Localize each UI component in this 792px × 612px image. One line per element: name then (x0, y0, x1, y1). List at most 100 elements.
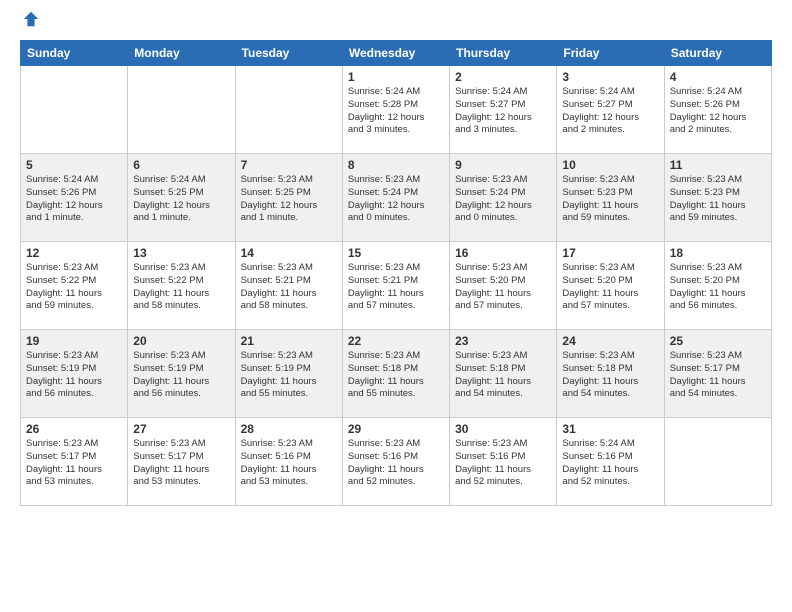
weekday-header-tuesday: Tuesday (235, 41, 342, 66)
weekday-header-friday: Friday (557, 41, 664, 66)
day-number: 28 (241, 422, 337, 436)
calendar-cell: 12 Sunrise: 5:23 AM Sunset: 5:22 PM Dayli… (21, 242, 128, 330)
day-number: 7 (241, 158, 337, 172)
calendar-week-5: 26 Sunrise: 5:23 AM Sunset: 5:17 PM Dayli… (21, 418, 772, 506)
calendar-cell: 3 Sunrise: 5:24 AM Sunset: 5:27 PM Daylig… (557, 66, 664, 154)
calendar-cell: 27 Sunrise: 5:23 AM Sunset: 5:17 PM Dayli… (128, 418, 235, 506)
calendar-cell: 20Sunrise: 5:23 AM Sunset: 5:19 PM Dayli… (128, 330, 235, 418)
calendar-cell (128, 66, 235, 154)
calendar-cell: 13 Sunrise: 5:23 AM Sunset: 5:22 PM Dayli… (128, 242, 235, 330)
day-number: 26 (26, 422, 122, 436)
logo-icon (22, 10, 40, 28)
day-number: 24 (562, 334, 658, 348)
day-number: 18 (670, 246, 766, 260)
calendar-cell: 29 Sunrise: 5:23 AM Sunset: 5:16 PM Dayli… (342, 418, 449, 506)
day-number: 14 (241, 246, 337, 260)
calendar-cell: 8 Sunrise: 5:23 AM Sunset: 5:24 PM Daylig… (342, 154, 449, 242)
calendar-cell: 7 Sunrise: 5:23 AM Sunset: 5:25 PM Daylig… (235, 154, 342, 242)
day-number: 17 (562, 246, 658, 260)
day-number: 3 (562, 70, 658, 84)
day-number: 13 (133, 246, 229, 260)
calendar-cell: 14 Sunrise: 5:23 AM Sunset: 5:21 PM Dayli… (235, 242, 342, 330)
day-number: 19 (26, 334, 122, 348)
calendar-cell: 16Sunrise: 5:23 AM Sunset: 5:20 PM Dayli… (450, 242, 557, 330)
day-info: Sunrise: 5:23 AM Sunset: 5:17 PM Dayligh… (26, 438, 122, 489)
calendar-cell: 5 Sunrise: 5:24 AM Sunset: 5:26 PM Daylig… (21, 154, 128, 242)
calendar-cell: 18 Sunrise: 5:23 AM Sunset: 5:20 PM Dayli… (664, 242, 771, 330)
day-info: Sunrise: 5:24 AM Sunset: 5:26 PM Dayligh… (670, 86, 766, 137)
calendar-cell: 15 Sunrise: 5:23 AM Sunset: 5:21 PM Dayli… (342, 242, 449, 330)
day-number: 2 (455, 70, 551, 84)
day-info: Sunrise: 5:23 AM Sunset: 5:22 PM Dayligh… (133, 262, 229, 313)
day-info: Sunrise: 5:23 AM Sunset: 5:21 PM Dayligh… (348, 262, 444, 313)
day-info: Sunrise: 5:23 AM Sunset: 5:20 PM Dayligh… (670, 262, 766, 313)
logo (20, 20, 40, 28)
day-number: 25 (670, 334, 766, 348)
day-info: Sunrise: 5:23 AM Sunset: 5:18 PM Dayligh… (348, 350, 444, 401)
day-info: Sunrise: 5:24 AM Sunset: 5:27 PM Dayligh… (562, 86, 658, 137)
day-info: Sunrise: 5:23 AM Sunset: 5:17 PM Dayligh… (133, 438, 229, 489)
calendar-cell: 10 Sunrise: 5:23 AM Sunset: 5:23 PM Dayli… (557, 154, 664, 242)
day-number: 27 (133, 422, 229, 436)
day-number: 12 (26, 246, 122, 260)
weekday-header-wednesday: Wednesday (342, 41, 449, 66)
calendar-cell: 24 Sunrise: 5:23 AM Sunset: 5:18 PM Dayli… (557, 330, 664, 418)
day-info: Sunrise: 5:23 AM Sunset: 5:16 PM Dayligh… (241, 438, 337, 489)
calendar-cell (21, 66, 128, 154)
calendar-cell: 4 Sunrise: 5:24 AM Sunset: 5:26 PM Daylig… (664, 66, 771, 154)
calendar-cell: 23 Sunrise: 5:23 AM Sunset: 5:18 PM Dayli… (450, 330, 557, 418)
day-number: 11 (670, 158, 766, 172)
day-info: Sunrise: 5:23 AM Sunset: 5:23 PM Dayligh… (562, 174, 658, 225)
calendar-cell (235, 66, 342, 154)
calendar-cell: 19 Sunrise: 5:23 AM Sunset: 5:19 PM Dayli… (21, 330, 128, 418)
day-info: Sunrise: 5:23 AM Sunset: 5:17 PM Dayligh… (670, 350, 766, 401)
weekday-header-sunday: Sunday (21, 41, 128, 66)
calendar-cell: 21 Sunrise: 5:23 AM Sunset: 5:19 PM Dayli… (235, 330, 342, 418)
calendar-week-4: 19 Sunrise: 5:23 AM Sunset: 5:19 PM Dayli… (21, 330, 772, 418)
day-number: 6 (133, 158, 229, 172)
day-number: 8 (348, 158, 444, 172)
day-info: Sunrise: 5:23 AM Sunset: 5:24 PM Dayligh… (348, 174, 444, 225)
calendar-cell (664, 418, 771, 506)
day-info: Sunrise: 5:23 AM Sunset: 5:16 PM Dayligh… (455, 438, 551, 489)
day-number: 10 (562, 158, 658, 172)
day-info: Sunrise: 5:23 AM Sunset: 5:18 PM Dayligh… (455, 350, 551, 401)
calendar-table: SundayMondayTuesdayWednesdayThursdayFrid… (20, 40, 772, 506)
day-number: 22 (348, 334, 444, 348)
day-info: Sunrise: 5:23 AM Sunset: 5:19 PM Dayligh… (241, 350, 337, 401)
day-number: 23 (455, 334, 551, 348)
day-info: Sunrise: 5:23 AM Sunset: 5:22 PM Dayligh… (26, 262, 122, 313)
day-info: Sunrise: 5:23 AM Sunset: 5:18 PM Dayligh… (562, 350, 658, 401)
calendar-week-1: 1Sunrise: 5:24 AM Sunset: 5:28 PM Daylig… (21, 66, 772, 154)
day-info: Sunrise: 5:23 AM Sunset: 5:25 PM Dayligh… (241, 174, 337, 225)
day-number: 5 (26, 158, 122, 172)
day-number: 30 (455, 422, 551, 436)
day-number: 1 (348, 70, 444, 84)
weekday-header-monday: Monday (128, 41, 235, 66)
calendar-cell: 2 Sunrise: 5:24 AM Sunset: 5:27 PM Daylig… (450, 66, 557, 154)
weekday-header-thursday: Thursday (450, 41, 557, 66)
calendar-cell: 1Sunrise: 5:24 AM Sunset: 5:28 PM Daylig… (342, 66, 449, 154)
day-info: Sunrise: 5:24 AM Sunset: 5:16 PM Dayligh… (562, 438, 658, 489)
calendar-cell: 9Sunrise: 5:23 AM Sunset: 5:24 PM Daylig… (450, 154, 557, 242)
day-number: 4 (670, 70, 766, 84)
header (20, 20, 772, 28)
calendar-cell: 26 Sunrise: 5:23 AM Sunset: 5:17 PM Dayli… (21, 418, 128, 506)
day-info: Sunrise: 5:23 AM Sunset: 5:16 PM Dayligh… (348, 438, 444, 489)
day-number: 29 (348, 422, 444, 436)
weekday-header-saturday: Saturday (664, 41, 771, 66)
day-info: Sunrise: 5:24 AM Sunset: 5:26 PM Dayligh… (26, 174, 122, 225)
calendar-cell: 17 Sunrise: 5:23 AM Sunset: 5:20 PM Dayli… (557, 242, 664, 330)
day-info: Sunrise: 5:23 AM Sunset: 5:21 PM Dayligh… (241, 262, 337, 313)
calendar-cell: 22 Sunrise: 5:23 AM Sunset: 5:18 PM Dayli… (342, 330, 449, 418)
day-number: 21 (241, 334, 337, 348)
day-number: 20 (133, 334, 229, 348)
day-number: 15 (348, 246, 444, 260)
calendar-cell: 6Sunrise: 5:24 AM Sunset: 5:25 PM Daylig… (128, 154, 235, 242)
day-info: Sunrise: 5:24 AM Sunset: 5:27 PM Dayligh… (455, 86, 551, 137)
calendar-week-2: 5 Sunrise: 5:24 AM Sunset: 5:26 PM Daylig… (21, 154, 772, 242)
day-info: Sunrise: 5:23 AM Sunset: 5:20 PM Dayligh… (562, 262, 658, 313)
calendar-cell: 28 Sunrise: 5:23 AM Sunset: 5:16 PM Dayli… (235, 418, 342, 506)
calendar-cell: 25 Sunrise: 5:23 AM Sunset: 5:17 PM Dayli… (664, 330, 771, 418)
day-info: Sunrise: 5:23 AM Sunset: 5:19 PM Dayligh… (26, 350, 122, 401)
